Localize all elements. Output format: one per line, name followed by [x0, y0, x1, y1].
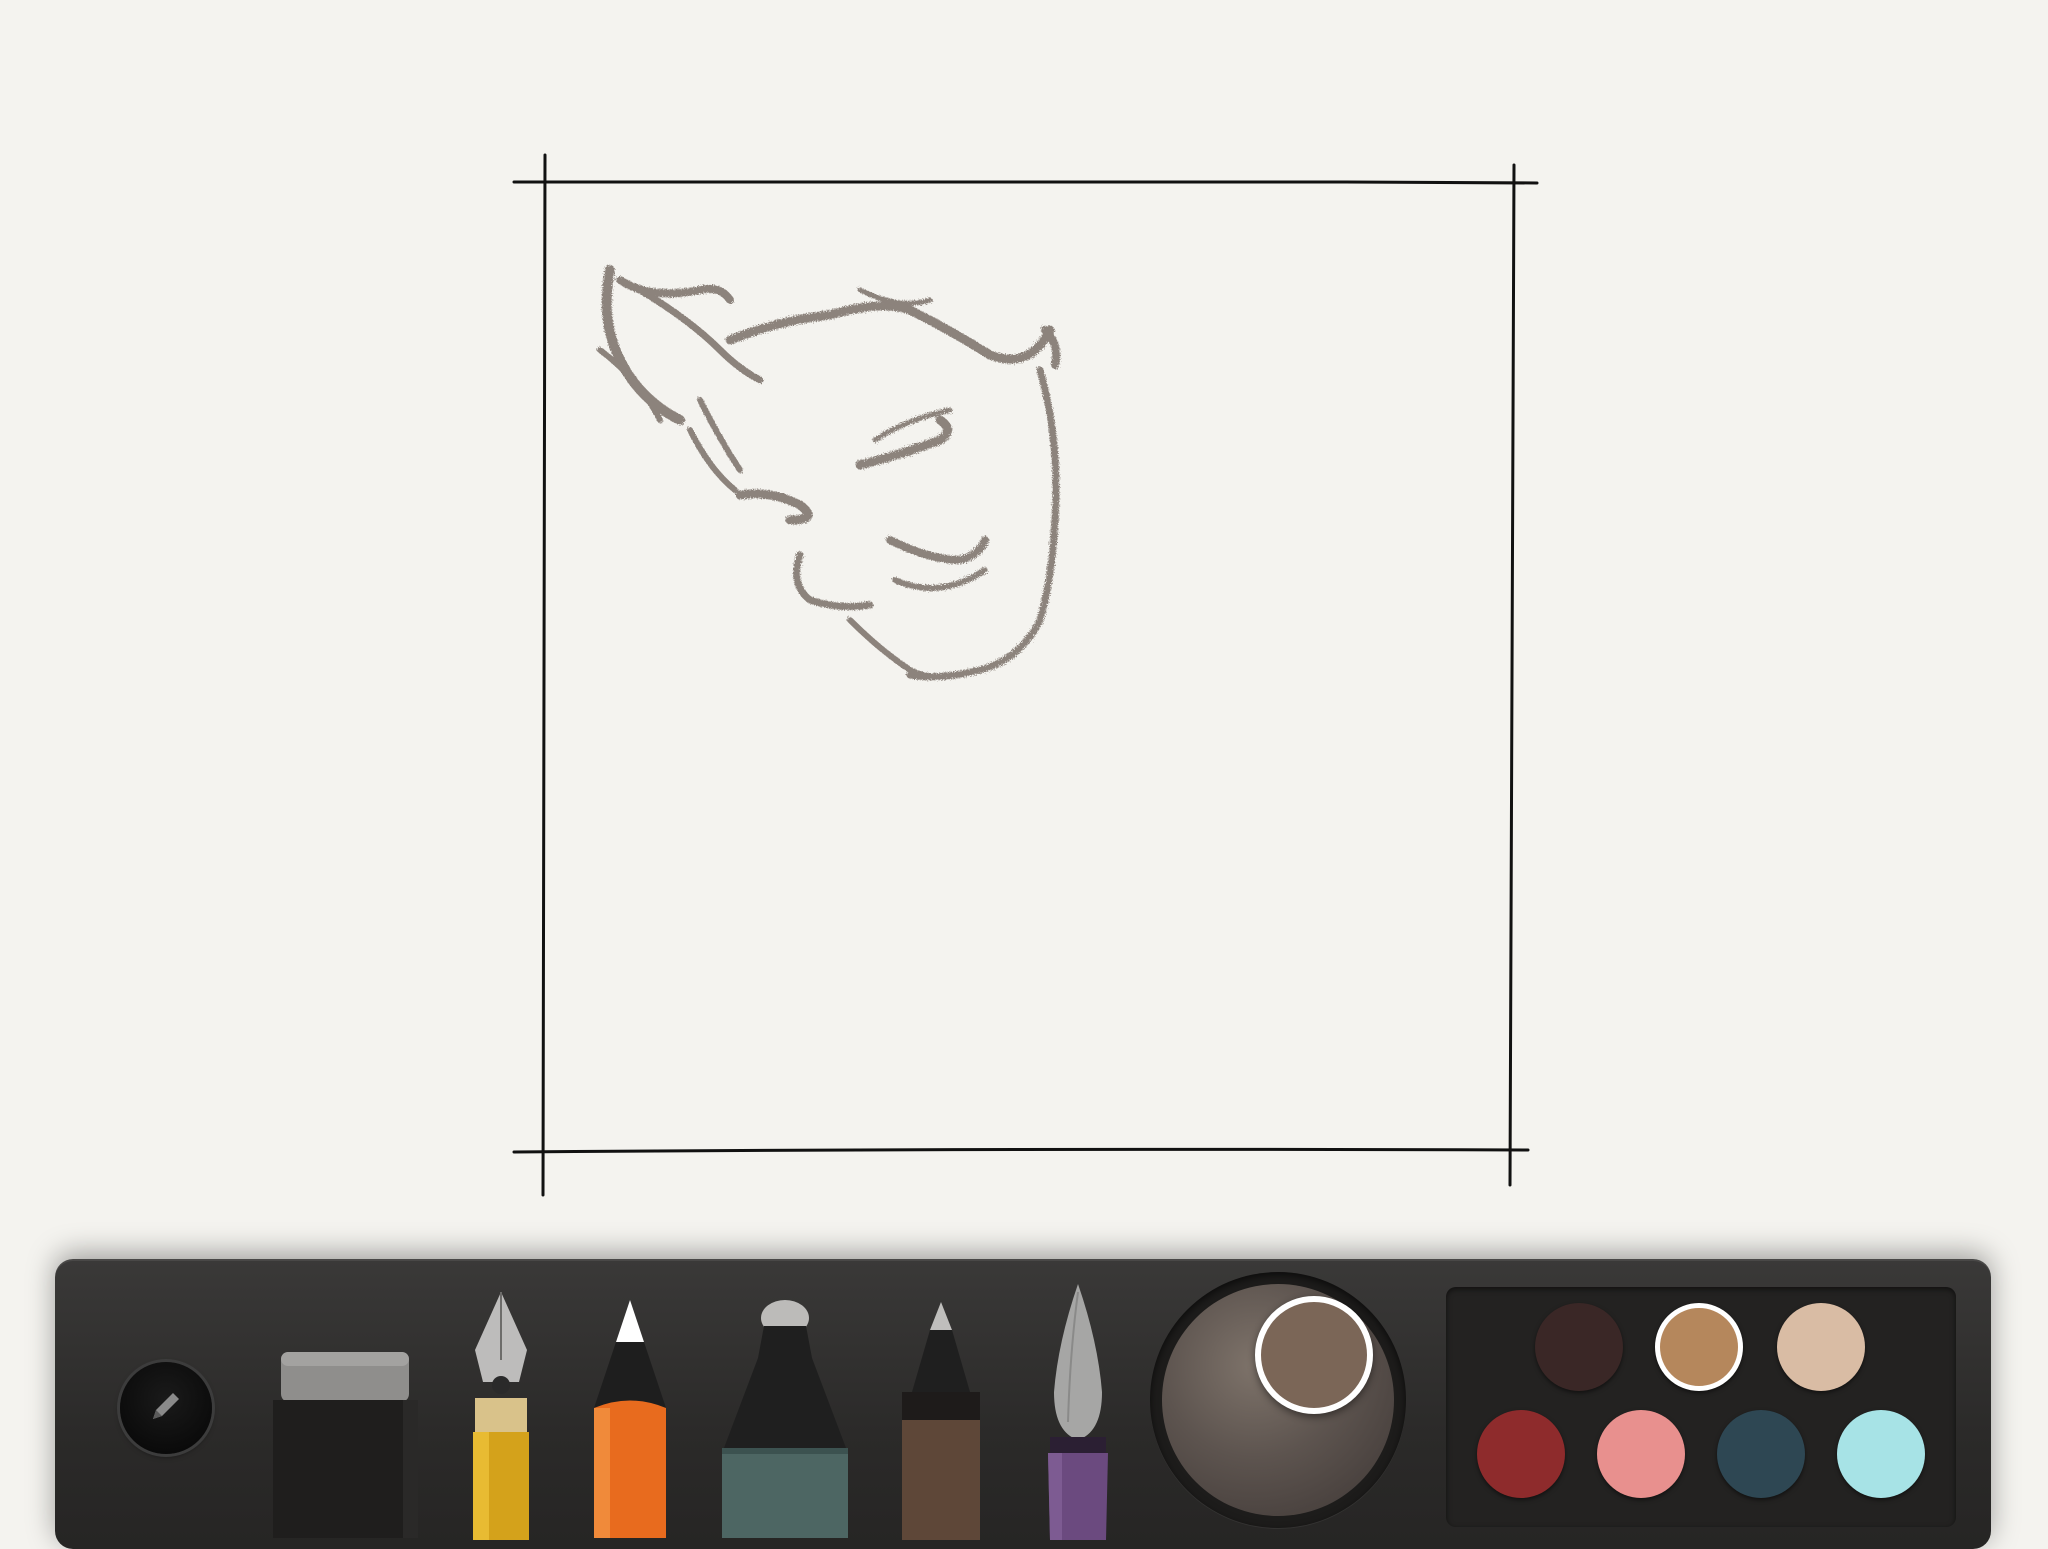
fountain-pen-icon: [463, 1290, 539, 1540]
swatch-tan-selected[interactable]: [1655, 1303, 1743, 1391]
marker-tool[interactable]: [722, 1298, 848, 1538]
swatch-dark-brown[interactable]: [1535, 1303, 1623, 1391]
brush-tool[interactable]: [1040, 1282, 1116, 1540]
fountain-pen-tool[interactable]: [463, 1290, 539, 1540]
swatch-red[interactable]: [1477, 1410, 1565, 1498]
menu-button[interactable]: [120, 1362, 212, 1454]
pencil-tool-icon: [590, 1298, 670, 1538]
current-color-indicator[interactable]: [1255, 1296, 1373, 1414]
fine-pen-icon: [900, 1300, 982, 1540]
brush-icon: [1040, 1282, 1116, 1540]
swatch-dark-teal[interactable]: [1717, 1410, 1805, 1498]
swatch-light-cyan[interactable]: [1837, 1410, 1925, 1498]
swatch-pink[interactable]: [1597, 1410, 1685, 1498]
fine-pen-tool[interactable]: [900, 1300, 982, 1540]
pencil-tool[interactable]: [590, 1298, 670, 1538]
marker-icon: [722, 1298, 848, 1538]
portrait-sketch: [597, 265, 1061, 681]
eraser-icon: [273, 1348, 418, 1538]
swatch-beige[interactable]: [1777, 1303, 1865, 1391]
eraser-tool[interactable]: [273, 1348, 418, 1538]
pencil-icon: [143, 1383, 189, 1434]
